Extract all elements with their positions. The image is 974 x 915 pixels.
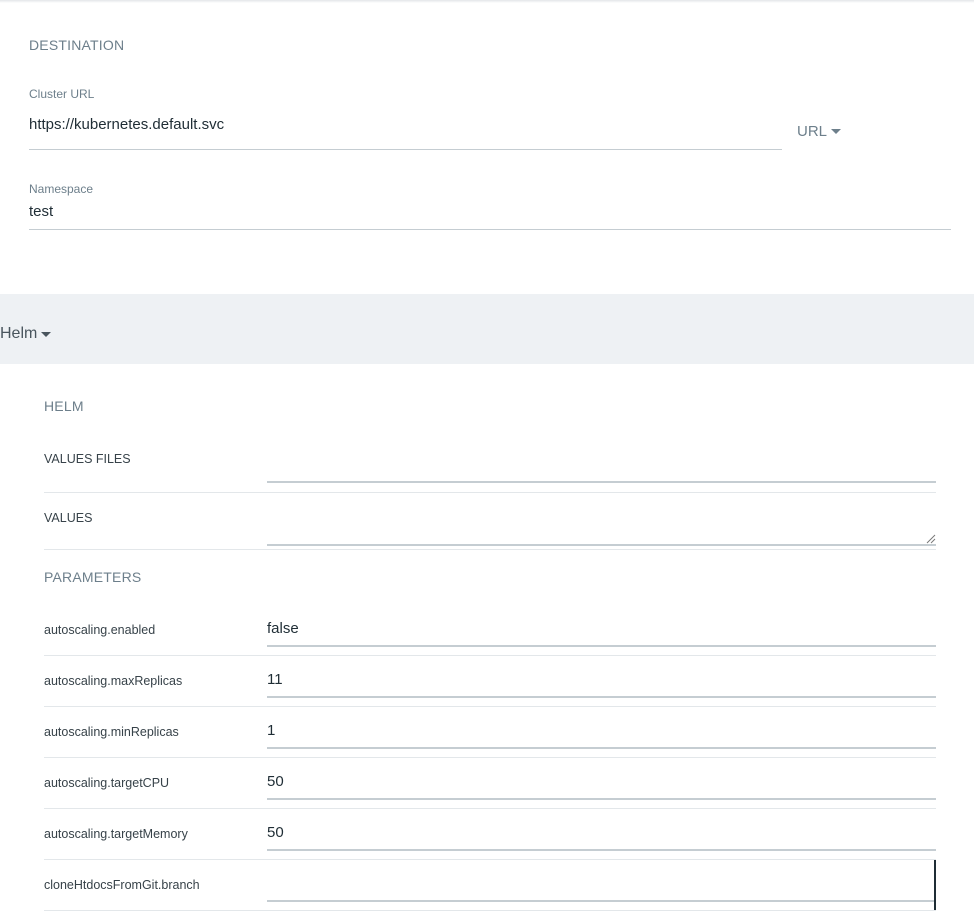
destination-card — [0, 0, 974, 294]
source-type-dropdown[interactable]: Helm — [0, 325, 52, 343]
param-name: autoscaling.targetCPU — [44, 776, 170, 790]
row-divider — [44, 706, 936, 707]
cluster-url-input[interactable]: https://kubernetes.default.svc — [29, 116, 224, 133]
namespace-input[interactable]: test — [29, 203, 53, 220]
param-value-input[interactable]: 50 — [267, 766, 936, 800]
row-divider — [44, 492, 936, 493]
cluster-url-underline — [29, 149, 782, 150]
param-value-input[interactable] — [267, 868, 936, 902]
source-type-bar — [0, 294, 974, 364]
values-files-label: VALUES FILES — [44, 452, 131, 466]
namespace-label: Namespace — [29, 182, 94, 196]
source-type-label: Helm — [0, 325, 38, 342]
text-cursor — [934, 860, 936, 910]
param-name: autoscaling.enabled — [44, 623, 156, 637]
param-value-input[interactable]: 50 — [267, 817, 936, 851]
cluster-url-label: Cluster URL — [29, 87, 95, 101]
resize-grip-icon[interactable] — [926, 534, 936, 544]
param-value-input[interactable]: 1 — [267, 715, 936, 749]
caret-down-icon — [831, 129, 842, 134]
values-label: VALUES — [44, 511, 93, 525]
values-textarea[interactable] — [267, 503, 936, 546]
caret-down-icon — [41, 331, 52, 337]
row-divider — [44, 808, 936, 809]
row-divider — [44, 757, 936, 758]
row-divider — [44, 655, 936, 656]
row-divider — [44, 549, 936, 550]
destination-title: DESTINATION — [29, 37, 125, 53]
param-name: autoscaling.maxReplicas — [44, 674, 183, 688]
url-mode-dropdown[interactable]: URL — [797, 123, 842, 140]
row-divider — [44, 910, 936, 911]
namespace-underline — [29, 229, 951, 230]
values-files-input[interactable] — [267, 449, 936, 483]
helm-title: HELM — [44, 398, 84, 414]
top-shadow — [0, 0, 974, 3]
param-value-input[interactable]: false — [267, 613, 936, 647]
row-divider — [44, 859, 936, 860]
param-name: autoscaling.minReplicas — [44, 725, 179, 739]
url-mode-label: URL — [797, 123, 828, 140]
parameters-title: PARAMETERS — [44, 569, 142, 585]
param-name: autoscaling.targetMemory — [44, 827, 188, 841]
param-name: cloneHtdocsFromGit.branch — [44, 878, 200, 892]
param-value-input[interactable]: 11 — [267, 664, 936, 698]
